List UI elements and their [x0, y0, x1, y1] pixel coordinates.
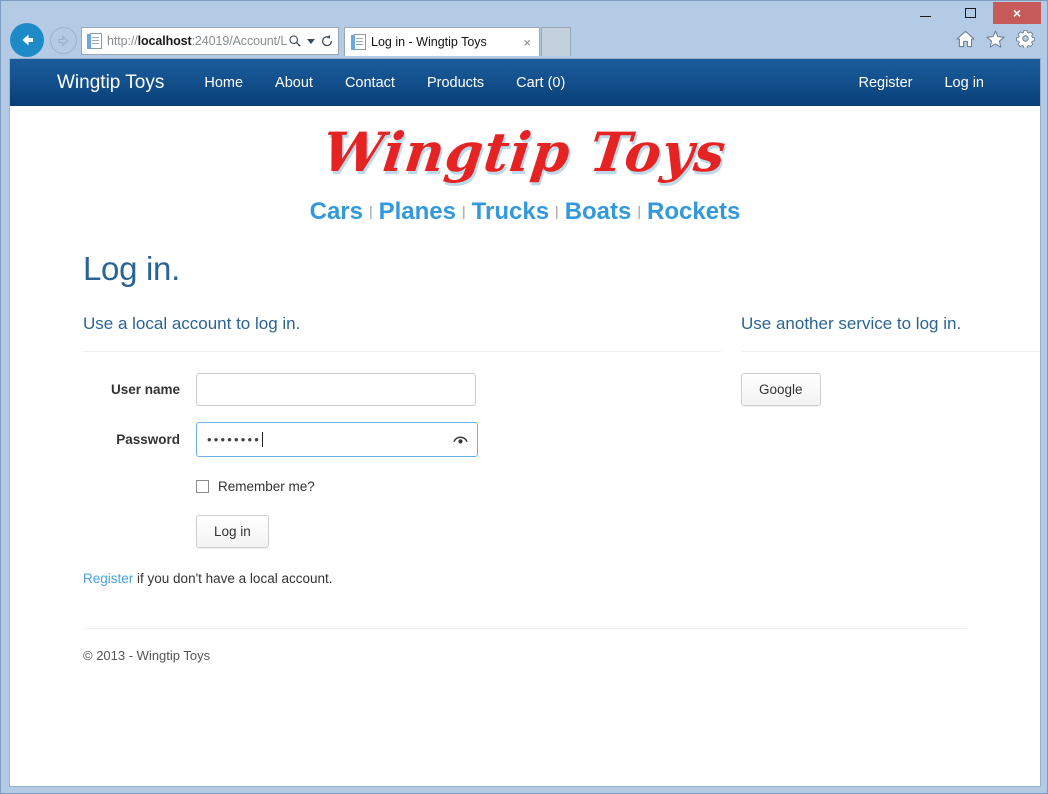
- google-login-button[interactable]: Google: [741, 373, 821, 406]
- tab-page-icon: [351, 33, 366, 51]
- refresh-icon[interactable]: [320, 34, 334, 48]
- password-input[interactable]: ••••••••: [196, 422, 478, 457]
- navbar-links: Home About Contact Products Cart (0): [188, 75, 581, 91]
- main-content: Log in. Use a local account to log in. U…: [45, 250, 1040, 600]
- local-login-heading: Use a local account to log in.: [83, 314, 301, 333]
- remember-me-row: Remember me?: [196, 479, 721, 494]
- favorites-star-icon[interactable]: [986, 30, 1005, 53]
- close-window-button[interactable]: ×: [993, 2, 1041, 24]
- external-login-heading: Use another service to log in.: [741, 314, 962, 333]
- register-link[interactable]: Register: [83, 571, 133, 586]
- remember-me-label[interactable]: Remember me?: [218, 479, 315, 494]
- site-navbar: Wingtip Toys Home About Contact Products…: [10, 59, 1040, 106]
- minimize-icon: [920, 16, 931, 17]
- browser-tab-active[interactable]: Log in - Wingtip Toys ×: [344, 27, 540, 56]
- minimize-button[interactable]: [903, 2, 948, 24]
- nav-link-cart[interactable]: Cart (0): [500, 75, 581, 91]
- password-masked-value: ••••••••: [207, 432, 262, 447]
- maximize-icon: [965, 8, 976, 18]
- settings-gear-icon[interactable]: [1016, 29, 1035, 53]
- login-columns: Use a local account to log in. User name…: [83, 314, 1040, 600]
- register-prompt: Register if you don't have a local accou…: [83, 571, 721, 586]
- category-link-boats[interactable]: Boats: [565, 198, 632, 225]
- section-divider: [83, 351, 721, 352]
- external-provider-buttons: Google: [741, 373, 1040, 406]
- category-separator: |: [637, 203, 642, 219]
- address-bar-icons: [288, 34, 334, 48]
- nav-link-register[interactable]: Register: [842, 75, 928, 91]
- back-arrow-icon: [22, 34, 33, 46]
- back-button[interactable]: [10, 23, 44, 57]
- category-link-planes[interactable]: Planes: [379, 198, 456, 225]
- username-label: User name: [110, 382, 180, 397]
- home-icon[interactable]: [956, 30, 975, 53]
- nav-link-contact[interactable]: Contact: [329, 75, 411, 91]
- category-links: Cars | Planes | Trucks | Boats | Rockets: [45, 198, 1005, 226]
- eye-reveal-icon[interactable]: [453, 432, 468, 450]
- address-bar[interactable]: http://localhost:24019/Account/L: [81, 27, 339, 55]
- page-container: Wingtip Toys Cars | Planes | Trucks | Bo…: [45, 106, 1040, 663]
- tab-close-icon[interactable]: ×: [519, 36, 535, 49]
- site-logo-wrap: Wingtip Toys: [45, 106, 1005, 184]
- remember-me-checkbox[interactable]: [196, 480, 209, 493]
- category-separator: |: [462, 203, 466, 219]
- footer-copyright: © 2013 - Wingtip Toys: [83, 647, 211, 663]
- category-link-trucks[interactable]: Trucks: [472, 198, 549, 225]
- nav-link-about[interactable]: About: [259, 75, 329, 91]
- category-link-cars[interactable]: Cars: [310, 198, 363, 225]
- username-row: User name: [83, 373, 721, 406]
- login-submit-button[interactable]: Log in: [196, 515, 269, 548]
- nav-link-products[interactable]: Products: [411, 75, 500, 91]
- section-divider: [741, 351, 1040, 352]
- site-logo[interactable]: Wingtip Toys: [320, 120, 731, 184]
- forward-arrow-icon: [58, 34, 69, 47]
- text-caret: [262, 432, 264, 447]
- page-document-icon: [87, 32, 102, 50]
- new-tab-button[interactable]: [541, 27, 571, 56]
- nav-link-login[interactable]: Log in: [928, 75, 1000, 91]
- category-separator: |: [555, 203, 559, 219]
- chevron-down-icon[interactable]: [307, 38, 315, 44]
- close-icon: ×: [1012, 5, 1022, 21]
- register-prompt-text: if you don't have a local account.: [133, 571, 333, 586]
- navbar-account-links: Register Log in: [842, 75, 1000, 91]
- page-viewport: Wingtip Toys Home About Contact Products…: [9, 58, 1041, 787]
- nav-link-home[interactable]: Home: [188, 75, 259, 91]
- tab-title: Log in - Wingtip Toys: [371, 35, 487, 49]
- local-login-section: Use a local account to log in. User name…: [83, 314, 721, 600]
- page-title: Log in.: [83, 250, 180, 287]
- browser-toolbar-icons: [956, 29, 1035, 53]
- forward-button[interactable]: [50, 27, 77, 54]
- address-bar-url: http://localhost:24019/Account/L: [107, 34, 288, 48]
- category-link-rockets[interactable]: Rockets: [647, 198, 740, 225]
- password-input-wrap: ••••••••: [196, 422, 478, 457]
- password-label: Password: [116, 432, 180, 447]
- navbar-brand[interactable]: Wingtip Toys: [57, 72, 164, 94]
- search-icon[interactable]: [288, 34, 302, 48]
- external-login-section: Use another service to log in. Google: [741, 314, 1040, 600]
- window-caption-buttons: ×: [903, 2, 1041, 26]
- browser-chrome: × http://localhost:24019/Account/L Log i…: [1, 1, 1047, 59]
- maximize-button[interactable]: [948, 2, 993, 24]
- username-input[interactable]: [196, 373, 476, 406]
- site-footer: © 2013 - Wingtip Toys: [83, 627, 967, 663]
- browser-window: × http://localhost:24019/Account/L Log i…: [0, 0, 1048, 794]
- password-row: Password ••••••••: [83, 422, 721, 457]
- login-button-row: Log in: [196, 515, 721, 548]
- category-separator: |: [368, 203, 373, 219]
